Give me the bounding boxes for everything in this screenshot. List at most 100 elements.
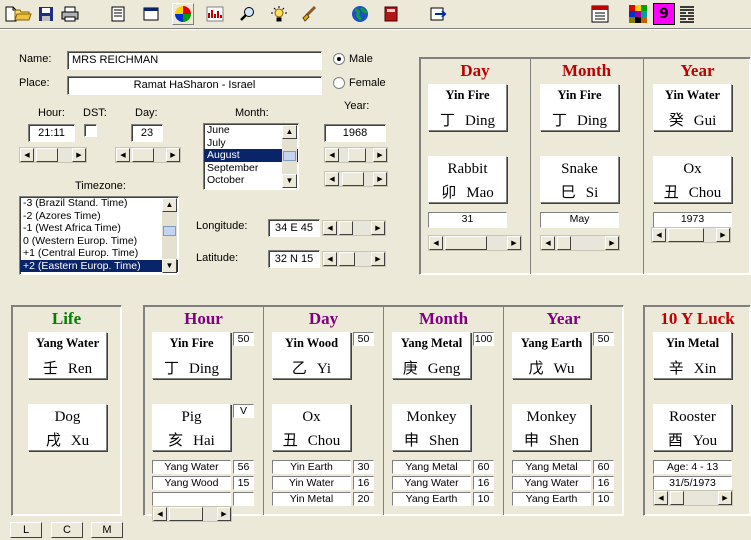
name-field[interactable]: MRS REICHMAN	[67, 51, 322, 70]
longitude-label: Longitude:	[196, 220, 248, 232]
timezone-item[interactable]: -2 (Azores Time)	[20, 210, 178, 223]
timezone-list-scrollbar[interactable]: ▲ ▼	[162, 198, 177, 273]
branch-label: Pig	[181, 409, 202, 425]
day-stem-strength: 50	[353, 332, 374, 346]
nine-icon[interactable]: 9	[653, 3, 675, 25]
stem-name: Wu	[553, 361, 575, 377]
branch-name: You	[692, 433, 718, 449]
window-icon[interactable]	[140, 3, 162, 25]
day-pillar-title: Day	[308, 309, 339, 328]
year-scrollbar-2[interactable]: ◀ ▶	[324, 171, 388, 187]
month-list[interactable]: June July August September October ▲ ▼	[203, 123, 299, 190]
longitude-scrollbar[interactable]: ◀ ▶	[322, 220, 386, 236]
timezone-list[interactable]: -3 (Brazil Stand. Time) -2 (Azores Time)…	[19, 196, 179, 275]
l-button[interactable]: L	[10, 522, 42, 538]
branch-char: 卯	[441, 183, 457, 201]
top-month-title: Month	[561, 61, 612, 80]
save-icon[interactable]	[35, 3, 57, 25]
branch-label: Monkey	[526, 409, 577, 425]
hidden-stem-name: Yang Water	[152, 460, 231, 474]
book-icon[interactable]	[380, 3, 402, 25]
top-year-branch-card: Ox 丑 Chou	[653, 156, 732, 203]
search-icon[interactable]	[236, 3, 258, 25]
color-wheel-icon[interactable]	[172, 3, 194, 25]
month-list-scrollbar[interactable]: ▲ ▼	[282, 125, 297, 188]
top-month-stem-card: Yin Fire 丁 Ding	[540, 84, 619, 131]
timezone-item-selected[interactable]: +2 (Eastern Europ. Time)	[20, 259, 178, 272]
timezone-item[interactable]: -1 (West Africa Time)	[20, 222, 178, 235]
branch-name: Chou	[688, 185, 722, 201]
top-year-stem-card: Yin Water 癸 Gui	[653, 84, 732, 131]
latitude-field[interactable]: 32 N 15	[268, 250, 320, 268]
luck-age: Age: 4 - 13	[653, 460, 732, 474]
top-year-scrollbar[interactable]: ◀ ▶	[651, 227, 731, 243]
stem-char: 壬	[42, 359, 58, 377]
light-icon[interactable]	[268, 3, 290, 25]
top-month-scrollbar[interactable]: ◀ ▶	[540, 235, 620, 251]
branch-char: 丑	[282, 431, 298, 449]
longitude-field[interactable]: 34 E 45	[268, 219, 320, 237]
female-radio[interactable]	[333, 77, 345, 89]
c-button[interactable]: C	[51, 522, 83, 538]
month-stem-card: Yang Metal 庚 Geng	[392, 332, 471, 379]
hidden-stem-name: Yang Water	[392, 476, 471, 490]
month-stem-strength: 100	[473, 332, 494, 346]
grid-icon[interactable]	[627, 3, 649, 25]
timezone-item[interactable]: +1 (Central Europ. Time)	[20, 247, 178, 260]
timezone-item[interactable]: 0 (Western Europ. Time)	[20, 235, 178, 248]
year-stem-strength: 50	[593, 332, 614, 346]
stem-name: Xin	[693, 361, 717, 377]
top-day-value: 31	[428, 212, 507, 228]
export-icon[interactable]	[428, 3, 450, 25]
properties-icon[interactable]	[107, 3, 129, 25]
print-icon[interactable]	[59, 3, 81, 25]
luck-date: 31/5/1973	[653, 476, 732, 490]
hour-pillar-scrollbar[interactable]: ◀ ▶	[152, 506, 232, 522]
stem-name: Ding	[465, 113, 495, 129]
branch-name: Shen	[429, 433, 459, 449]
hidden-stem-value: 16	[353, 476, 374, 490]
hour-stem-card: Yin Fire 丁 Ding	[152, 332, 231, 379]
panel-divider	[643, 58, 644, 274]
brush-icon[interactable]	[298, 3, 320, 25]
day-field[interactable]: 23	[131, 124, 163, 142]
top-day-scrollbar[interactable]: ◀ ▶	[428, 235, 522, 251]
stem-name: Gui	[693, 113, 717, 129]
stem-label: Yin Water	[664, 88, 721, 102]
hidden-stem-name: Yang Earth	[392, 492, 471, 506]
year-field[interactable]: 1968	[324, 124, 386, 142]
latitude-scrollbar[interactable]: ◀ ▶	[322, 251, 386, 267]
branch-label: Rabbit	[447, 161, 488, 177]
calendar-icon[interactable]	[589, 3, 611, 25]
day-scrollbar[interactable]: ◀ ▶	[115, 147, 181, 163]
branch-label: Dog	[54, 409, 81, 425]
male-radio[interactable]	[333, 53, 345, 65]
stem-label: Yin Fire	[445, 88, 490, 102]
branch-name: Mao	[466, 185, 494, 201]
year-scrollbar-1[interactable]: ◀ ▶	[324, 147, 388, 163]
year-pillar-title: Year	[546, 309, 581, 328]
hidden-stem-value: 60	[473, 460, 494, 474]
chart-icon[interactable]	[204, 3, 226, 25]
luck-scrollbar[interactable]: ◀ ▶	[653, 490, 733, 506]
stem-name: Ding	[577, 113, 607, 129]
dst-checkbox[interactable]	[84, 124, 97, 137]
timezone-item[interactable]: -3 (Brazil Stand. Time)	[20, 197, 178, 210]
open-folder-icon[interactable]	[12, 3, 34, 25]
stem-name: Yi	[316, 361, 332, 377]
hexagram-icon[interactable]	[676, 3, 698, 25]
toolbar-divider-highlight	[0, 29, 751, 30]
stem-label: Yin Fire	[169, 336, 214, 350]
day-stem-card: Yin Wood 乙 Yi	[272, 332, 351, 379]
branch-name: Chou	[307, 433, 341, 449]
globe-icon[interactable]	[349, 3, 371, 25]
year-stem-card: Yang Earth 戊 Wu	[512, 332, 591, 379]
place-field[interactable]: Ramat HaSharon - Israel	[67, 76, 322, 95]
branch-char: 亥	[168, 431, 184, 449]
hour-field[interactable]: 21:11	[28, 124, 75, 142]
stem-name: Geng	[427, 361, 461, 377]
hour-scrollbar[interactable]: ◀ ▶	[19, 147, 87, 163]
m-button[interactable]: M	[91, 522, 123, 538]
hour-stem-strength: 50	[233, 332, 254, 346]
hidden-stem-value: 16	[593, 476, 614, 490]
